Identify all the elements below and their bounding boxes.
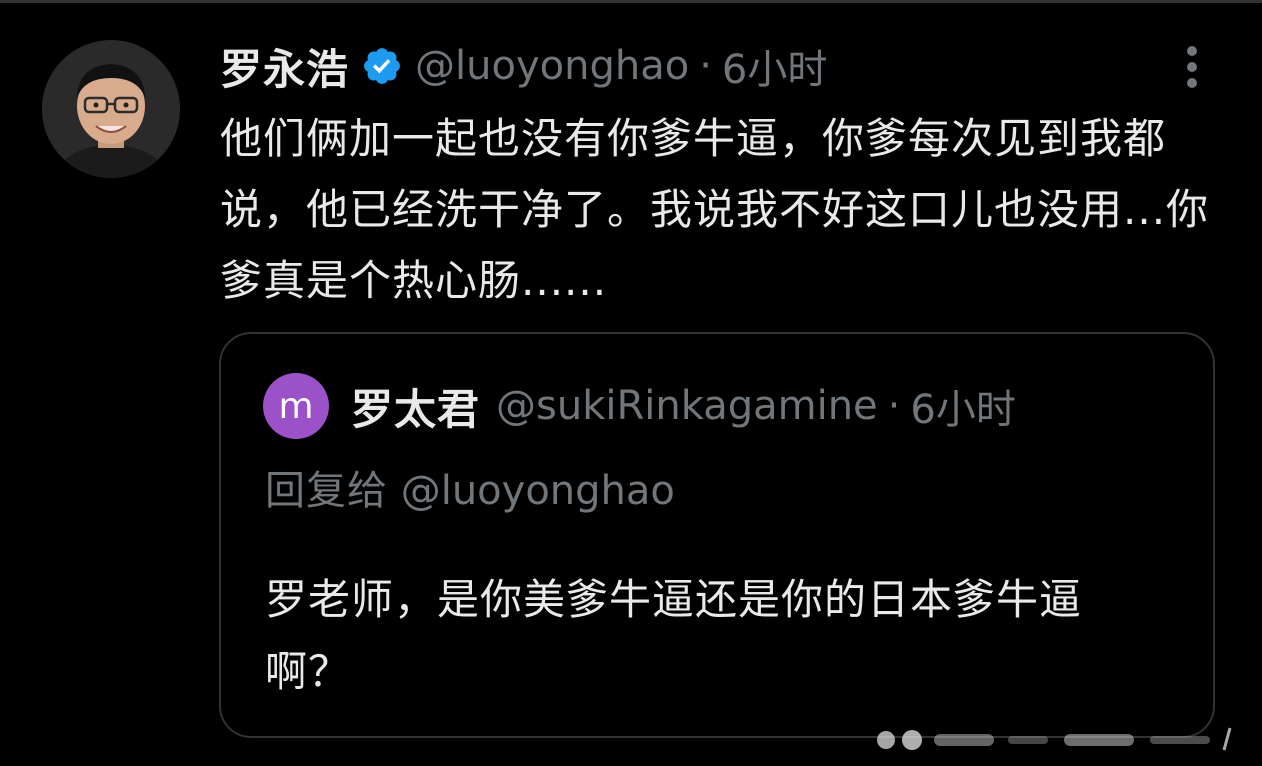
tweet-timestamp[interactable]: 6小时 xyxy=(722,37,827,95)
tweet-header: 罗永浩 @luoyonghao · 6小时 xyxy=(220,36,827,96)
quoted-tweet-text: 罗老师，是你美爹牛逼还是你的日本爹牛逼啊？ xyxy=(265,575,1083,696)
quoted-tweet-timestamp[interactable]: 6小时 xyxy=(910,377,1015,435)
verified-badge-icon[interactable] xyxy=(361,45,403,87)
author-display-name[interactable]: 罗永浩 xyxy=(220,36,349,97)
more-vertical-icon[interactable] xyxy=(1180,44,1204,90)
tweet: 罗永浩 @luoyonghao · 6小时 他们俩加一起也没有你爹牛逼，你爹每次… xyxy=(0,0,1262,766)
reply-context: 回复给 @luoyonghao xyxy=(265,458,675,516)
quoted-tweet-card[interactable]: m 罗太君 @sukiRinkagamine · 6小时 回复给 @luoyon… xyxy=(219,332,1215,738)
quoted-tweet-header: m 罗太君 @sukiRinkagamine · 6小时 xyxy=(263,370,1016,442)
quoted-author-avatar[interactable]: m xyxy=(263,373,329,439)
reply-to-handle[interactable]: @luoyonghao xyxy=(401,468,675,514)
tweet-text: 他们俩加一起也没有你爹牛逼，你爹每次见到我都说，他已经洗干净了。我说我不好这口儿… xyxy=(220,114,1210,305)
author-handle[interactable]: @luoyonghao xyxy=(415,43,689,89)
author-avatar[interactable] xyxy=(42,40,180,178)
quoted-author-handle[interactable]: @sukiRinkagamine xyxy=(496,383,878,429)
header-separator: · xyxy=(699,43,712,89)
reply-prefix: 回复给 xyxy=(265,468,388,514)
quoted-author-display-name[interactable]: 罗太君 xyxy=(351,376,480,437)
watermark xyxy=(868,720,1248,756)
quoted-header-separator: · xyxy=(887,383,901,429)
